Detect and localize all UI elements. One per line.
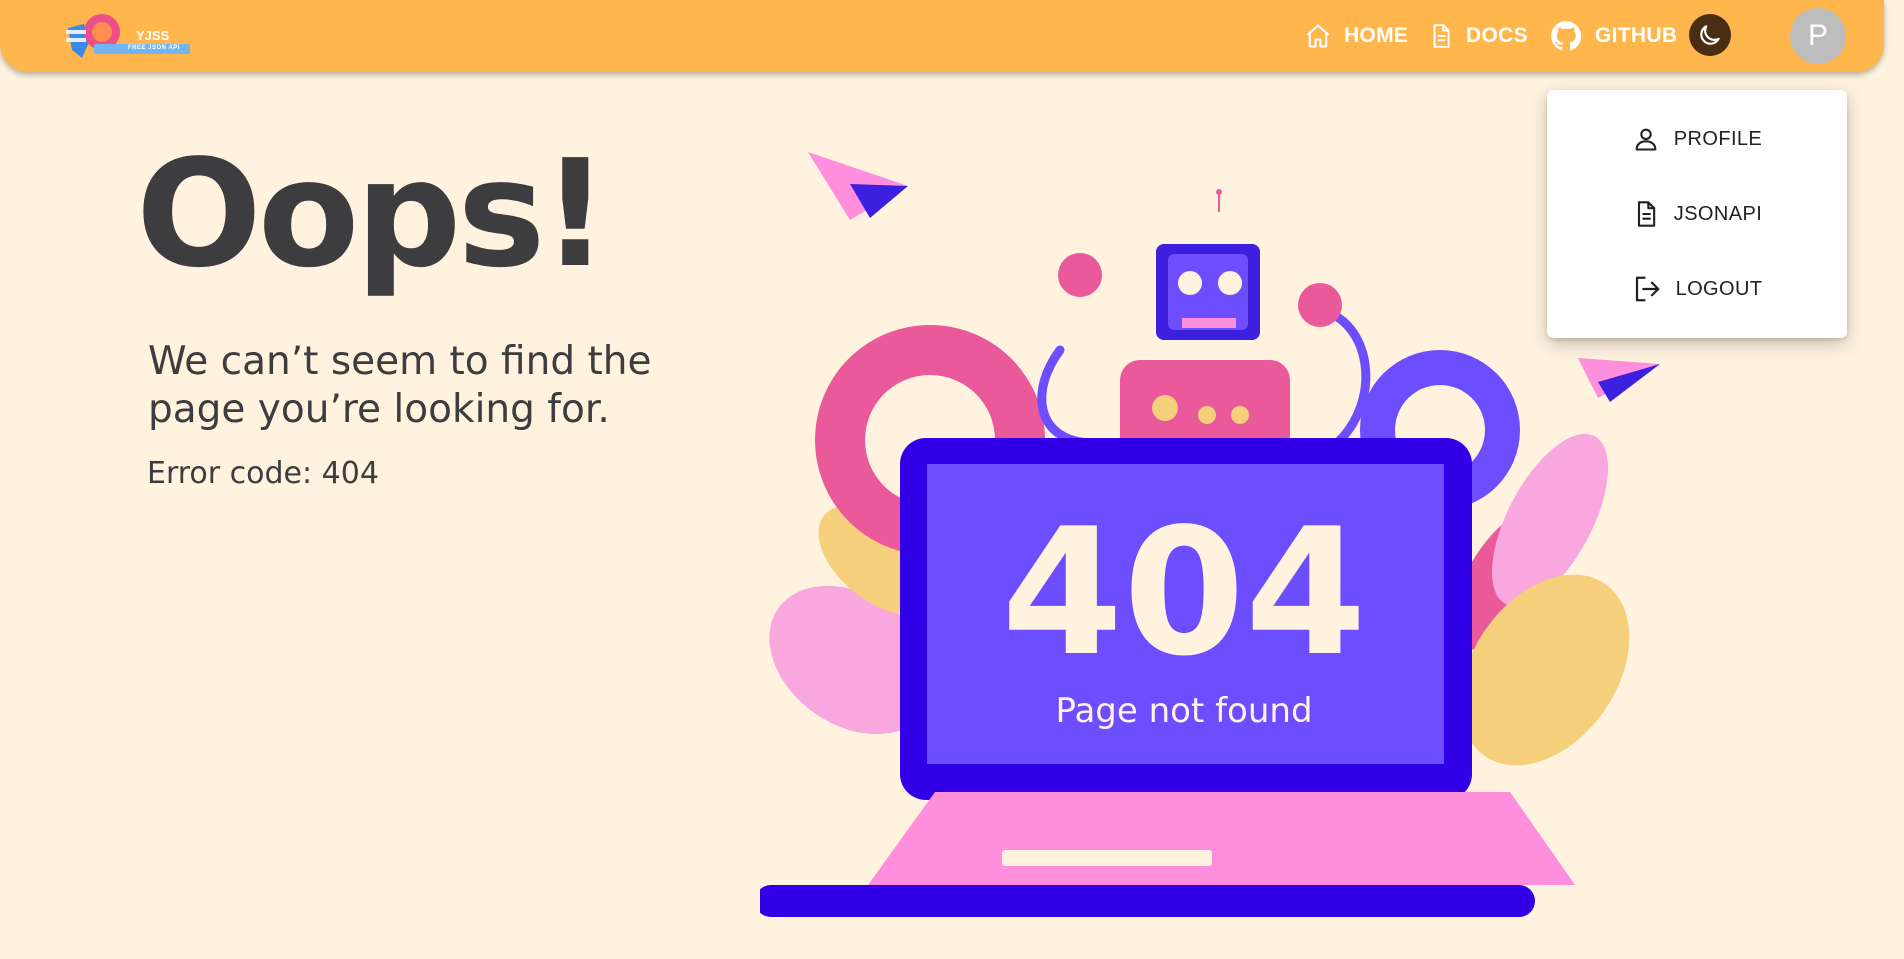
- page-heading: Oops!: [136, 128, 609, 300]
- 404-illustration: 404 Page not found: [760, 152, 1660, 917]
- moon-icon: [1700, 25, 1720, 45]
- page-not-found-caption: Page not found: [1055, 691, 1312, 731]
- code-text: 404: [1001, 492, 1366, 695]
- nav-github-link[interactable]: GITHUB: [1549, 0, 1677, 72]
- paper-plane-icon: [1578, 358, 1660, 402]
- error-code: Error code: 404: [147, 456, 379, 491]
- home-icon: [1306, 24, 1330, 48]
- nav-docs-link[interactable]: DOCS: [1428, 0, 1528, 72]
- app-logo[interactable]: YJSS FREE JSON API: [64, 10, 194, 60]
- theme-toggle-button[interactable]: [1689, 14, 1731, 56]
- paper-plane-icon: [808, 152, 908, 220]
- nav-github-label: GITHUB: [1595, 24, 1678, 47]
- menu-item-logout-label: LOGOUT: [1675, 277, 1763, 300]
- menu-item-jsonapi-label: JSONAPI: [1673, 202, 1763, 225]
- github-icon: [1551, 21, 1582, 51]
- logo-graphic: [66, 14, 190, 58]
- nav-home-label: HOME: [1344, 24, 1409, 47]
- robot-figure: [1037, 189, 1371, 460]
- logo-subtext: FREE JSON API: [128, 45, 180, 51]
- document-icon: [1433, 24, 1450, 48]
- nav-home-link[interactable]: HOME: [1304, 0, 1408, 72]
- avatar-letter: P: [1807, 19, 1828, 52]
- top-navbar: YJSS FREE JSON API HOME DOCS GITHUB P: [0, 0, 1884, 72]
- user-avatar-button[interactable]: P: [1790, 8, 1846, 64]
- nav-docs-label: DOCS: [1466, 24, 1528, 47]
- logo-text: YJSS: [136, 28, 170, 43]
- menu-item-profile-label: PROFILE: [1673, 127, 1763, 150]
- page-subtitle: We can’t seem to find the page you’re lo…: [148, 339, 652, 432]
